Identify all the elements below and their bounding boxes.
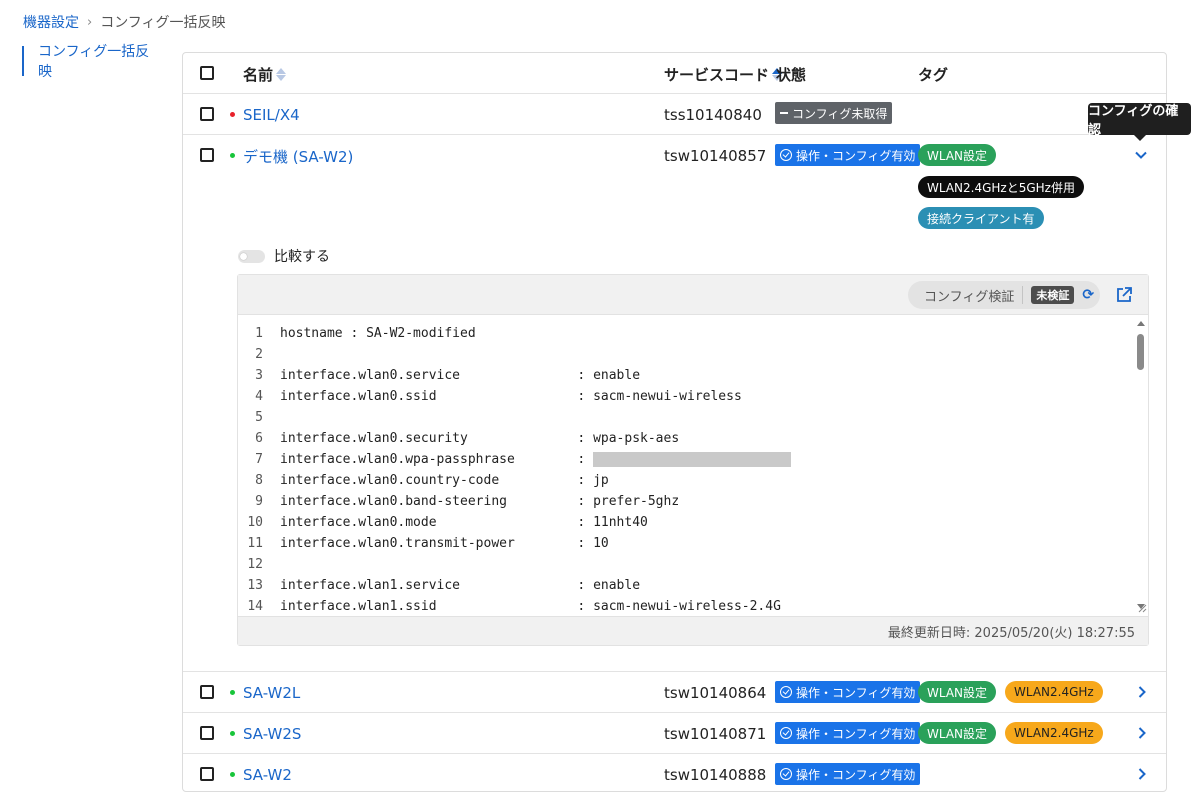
code-line: 6 interface.wlan0.security : wpa-psk-aes <box>255 431 680 446</box>
config-verify-button[interactable]: コンフィグ検証 未検証 ⟳ <box>908 281 1100 309</box>
breadcrumb-current: コンフィグ一括反映 <box>100 15 226 31</box>
code-line: 5 <box>255 410 263 425</box>
code-line: 2 <box>255 347 263 362</box>
status-badge: 操作・コンフィグ有効 <box>775 144 921 166</box>
sidebar-item-label: コンフィグ一括反映 <box>38 44 150 80</box>
status-dot-green <box>230 153 235 158</box>
code-line: 13 interface.wlan1.service : enable <box>247 578 641 593</box>
code-line: 12 <box>247 557 263 572</box>
code-line: 8 interface.wlan0.country-code : jp <box>255 473 609 488</box>
breadcrumb: 機器設定 › コンフィグ一括反映 <box>23 12 226 32</box>
toggle-switch[interactable] <box>238 249 265 263</box>
check-circle-icon <box>780 686 792 698</box>
code-line: 14 interface.wlan1.ssid : sacm-newui-wire… <box>247 599 781 614</box>
device-name-link[interactable]: デモ機 (SA-W2) <box>243 146 353 166</box>
row-checkbox[interactable] <box>200 726 214 740</box>
divider <box>1022 286 1024 304</box>
tag-badge: 接続クライアント有 <box>918 207 1044 229</box>
minus-icon <box>780 112 788 114</box>
editor-toolbar: コンフィグ検証 未検証 ⟳ <box>238 275 1148 315</box>
tag-badge: WLAN2.4GHzと5GHz併用 <box>918 176 1084 198</box>
device-name-link[interactable]: SA-W2L <box>243 683 300 703</box>
service-code: tsw10140888 <box>664 766 767 784</box>
compare-toggle[interactable]: 比較する <box>238 246 330 266</box>
open-external-icon[interactable] <box>1115 286 1133 304</box>
device-name-link[interactable]: SA-W2S <box>243 724 301 744</box>
column-header-tags: タグ <box>918 65 949 84</box>
verify-status-badge: 未検証 <box>1031 286 1075 304</box>
status-badge: 操作・コンフィグ有効 <box>775 722 921 744</box>
tag-badge: WLAN2.4GHz <box>1005 681 1103 703</box>
code-line: 3 interface.wlan0.service : enable <box>255 368 641 383</box>
chevron-down-icon[interactable] <box>1134 148 1148 162</box>
config-code-area[interactable]: 1 hostname : SA-W2-modified 2 3 interface.… <box>238 323 1133 615</box>
sidebar-item-config-bulk-apply[interactable]: コンフィグ一括反映 <box>22 44 162 80</box>
code-line: 11 interface.wlan0.transmit-power : 10 <box>247 536 609 551</box>
last-updated: 最終更新日時: 2025/05/20(火) 18:27:55 <box>887 625 1135 641</box>
row-checkbox[interactable] <box>200 107 214 121</box>
chevron-right-icon[interactable] <box>1135 726 1149 740</box>
device-name-link[interactable]: SA-W2 <box>243 765 292 785</box>
editor-footer: 最終更新日時: 2025/05/20(火) 18:27:55 <box>238 616 1148 645</box>
code-line: 9 interface.wlan0.band-steering : prefer-… <box>255 494 680 509</box>
tag-badge: WLAN設定 <box>918 722 997 744</box>
compare-label: 比較する <box>274 249 330 265</box>
breadcrumb-link-device-settings[interactable]: 機器設定 <box>23 12 79 32</box>
tag-badge: WLAN設定 <box>918 144 997 166</box>
vertical-scrollbar[interactable] <box>1134 319 1148 613</box>
check-circle-icon <box>780 727 792 739</box>
tag-badge: WLAN2.4GHz <box>1005 722 1103 744</box>
column-header-name[interactable]: 名前 <box>243 64 287 84</box>
chevron-right-icon[interactable] <box>1135 685 1149 699</box>
code-line: 10 interface.wlan0.mode : 11nht40 <box>247 515 648 530</box>
row-checkbox[interactable] <box>200 148 214 162</box>
status-dot-green <box>230 690 235 695</box>
status-badge: コンフィグ未取得 <box>775 102 893 124</box>
divider <box>183 134 1166 135</box>
code-line: 7 interface.wlan0.wpa-passphrase : <box>238 449 1133 470</box>
device-name-link[interactable]: SEIL/X4 <box>243 105 300 125</box>
status-dot-green <box>230 772 235 777</box>
scrollbar-thumb[interactable] <box>1137 334 1144 370</box>
service-code: tsw10140871 <box>664 725 767 743</box>
tag-badge: WLAN設定 <box>918 681 997 703</box>
check-circle-icon <box>780 149 792 161</box>
column-header-service-code[interactable]: サービスコード <box>664 64 783 84</box>
sort-icon <box>276 67 287 81</box>
code-line: 4 interface.wlan0.ssid : sacm-newui-wirel… <box>255 389 742 404</box>
row-checkbox[interactable] <box>200 685 214 699</box>
status-badge: 操作・コンフィグ有効 <box>775 763 921 785</box>
divider <box>183 93 1166 94</box>
chevron-right-icon: › <box>87 14 93 30</box>
resize-handle-icon[interactable] <box>1138 604 1147 613</box>
service-code: tsw10140857 <box>664 147 767 165</box>
divider <box>183 671 1166 672</box>
tooltip: コンフィグの確認 <box>1088 103 1191 141</box>
divider <box>183 753 1166 754</box>
status-badge: 操作・コンフィグ有効 <box>775 681 921 703</box>
service-code: tss10140840 <box>664 106 762 124</box>
check-circle-icon <box>780 768 792 780</box>
refresh-icon[interactable]: ⟳ <box>1082 287 1094 303</box>
code-line: 1 hostname : SA-W2-modified <box>255 326 476 341</box>
status-dot-green <box>230 731 235 736</box>
divider <box>183 712 1166 713</box>
column-header-status: 状態 <box>776 65 807 84</box>
status-dot-red <box>230 112 235 117</box>
select-all-checkbox[interactable] <box>200 66 214 80</box>
service-code: tsw10140864 <box>664 684 767 702</box>
config-editor: コンフィグ検証 未検証 ⟳ 1 hostname : SA-W2-modified… <box>237 274 1149 646</box>
masked-passphrase <box>593 452 792 467</box>
scroll-up-arrow-icon[interactable] <box>1137 321 1145 326</box>
